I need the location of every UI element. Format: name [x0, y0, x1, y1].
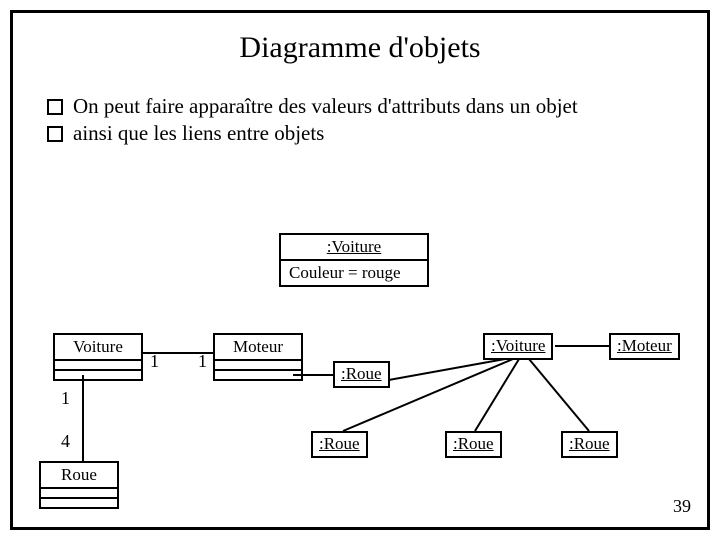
bullet-item: On peut faire apparaître des valeurs d'a…	[47, 93, 679, 120]
slide-frame: Diagramme d'objets On peut faire apparaî…	[10, 10, 710, 530]
square-bullet-icon	[47, 99, 63, 115]
diagram-stage: :Voiture Couleur = rouge Voiture Moteur …	[13, 203, 707, 527]
class-voiture: Voiture	[53, 333, 143, 381]
object-voiture-main: :Voiture Couleur = rouge	[279, 233, 429, 287]
bullet-text: ainsi que les liens entre objets	[73, 120, 324, 147]
object-roue: :Roue	[561, 431, 618, 458]
class-moteur: Moteur	[213, 333, 303, 381]
class-name: Moteur	[215, 335, 301, 361]
object-moteur: :Moteur	[609, 333, 680, 360]
object-roue: :Roue	[333, 361, 390, 388]
class-name: Roue	[41, 463, 117, 489]
bullet-list: On peut faire apparaître des valeurs d'a…	[47, 93, 679, 147]
object-roue: :Roue	[311, 431, 368, 458]
object-roue: :Roue	[445, 431, 502, 458]
bullet-text: On peut faire apparaître des valeurs d'a…	[73, 93, 578, 120]
bullet-item: ainsi que les liens entre objets	[47, 120, 679, 147]
object-name: :Voiture	[327, 237, 381, 256]
multiplicity: 4	[61, 431, 70, 452]
object-voiture: :Voiture	[483, 333, 553, 360]
square-bullet-icon	[47, 126, 63, 142]
page-number: 39	[673, 496, 691, 517]
multiplicity: 1	[198, 351, 207, 372]
object-attribute: Couleur = rouge	[281, 261, 427, 285]
slide-title: Diagramme d'objets	[13, 31, 707, 65]
class-roue: Roue	[39, 461, 119, 509]
class-name: Voiture	[55, 335, 141, 361]
multiplicity: 1	[150, 351, 159, 372]
multiplicity: 1	[61, 388, 70, 409]
